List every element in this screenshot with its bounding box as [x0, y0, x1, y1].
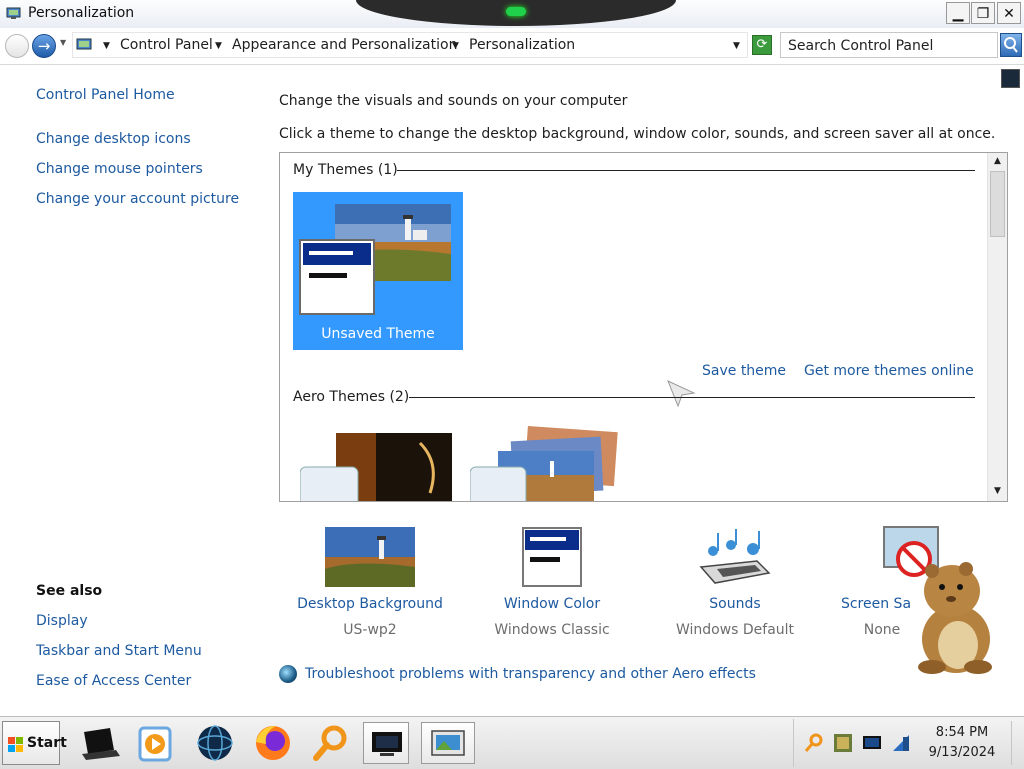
display-link[interactable]: Display — [36, 613, 88, 629]
forward-button[interactable]: → — [32, 34, 56, 58]
unsaved-theme-name: Unsaved Theme — [321, 326, 435, 342]
page-instructions: Click a theme to change the desktop back… — [279, 126, 996, 142]
clock-date[interactable]: 9/13/2024 — [922, 745, 1002, 760]
monitor-icon[interactable] — [363, 722, 409, 764]
control-panel-home-link[interactable]: Control Panel Home — [36, 87, 175, 103]
black-laptop-icon[interactable] — [76, 722, 122, 764]
sounds-value: Windows Default — [675, 622, 795, 638]
desktop-background-icon — [325, 527, 415, 587]
breadcrumb-personalization[interactable]: Personalization — [469, 37, 575, 53]
group-divider — [409, 397, 975, 398]
chevron-down-icon[interactable]: ▼ — [215, 41, 222, 51]
save-theme-link[interactable]: Save theme — [702, 363, 786, 379]
themes-scrollbar[interactable]: ▲ ▼ — [987, 153, 1007, 501]
taskbar-start-menu-link[interactable]: Taskbar and Start Menu — [36, 643, 202, 659]
search-icon[interactable] — [1000, 33, 1022, 57]
breadcrumb[interactable]: ▼ Control Panel ▼ Appearance and Persona… — [72, 32, 748, 58]
taskbar: Start 8:54 PM 9/13/2024 — [0, 716, 1024, 769]
see-also-heading: See also — [36, 583, 103, 599]
get-more-themes-link[interactable]: Get more themes online — [804, 363, 974, 379]
classic-window-preview-icon — [299, 239, 375, 315]
webcam-led-icon — [506, 7, 526, 16]
webcam-notch — [356, 0, 676, 26]
themes-list[interactable]: My Themes (1) Unsaved Theme Save theme G… — [279, 152, 1008, 502]
system-tray: 8:54 PM 9/13/2024 — [793, 719, 1022, 767]
desktop-background-value: US-wp2 — [343, 622, 397, 638]
minimize-button[interactable]: ▁ — [946, 2, 970, 24]
page-heading: Change the visuals and sounds on your co… — [279, 93, 628, 109]
address-bar: → ▼ ▼ Control Panel ▼ Appearance and Per… — [0, 28, 1024, 65]
aero-themes-label: Aero Themes (2) — [293, 389, 410, 405]
refresh-button[interactable]: ⟳ — [752, 35, 772, 55]
chevron-down-icon[interactable]: ▼ — [103, 41, 110, 51]
sounds-icon — [699, 529, 771, 584]
display-tray-icon[interactable] — [862, 733, 882, 753]
search-tray-icon[interactable] — [804, 733, 824, 753]
desktop-background-label[interactable]: Desktop Background — [280, 596, 460, 612]
control-panel-icon — [6, 7, 21, 19]
window-color-label[interactable]: Window Color — [462, 596, 642, 612]
sounds-label[interactable]: Sounds — [645, 596, 825, 612]
show-desktop-button[interactable] — [1011, 721, 1023, 765]
search-input[interactable]: Search Control Panel — [780, 32, 998, 58]
close-button[interactable]: ✕ — [997, 2, 1021, 24]
scrollbar-thumb[interactable] — [990, 171, 1005, 237]
troubleshoot-aero-link[interactable]: Troubleshoot problems with transparency … — [305, 666, 756, 682]
scroll-up-icon[interactable]: ▲ — [988, 153, 1007, 170]
chevron-down-icon[interactable]: ▼ — [452, 41, 459, 51]
group-divider — [397, 170, 975, 171]
address-dropdown-icon[interactable]: ▼ — [733, 41, 740, 51]
breadcrumb-appearance[interactable]: Appearance and Personalization — [232, 37, 457, 53]
clock-time[interactable]: 8:54 PM — [926, 725, 998, 740]
my-themes-label: My Themes (1) — [293, 162, 398, 178]
back-button[interactable] — [5, 34, 29, 58]
unsaved-theme-tile[interactable]: Unsaved Theme — [293, 192, 463, 350]
recent-pages-chevron-icon[interactable]: ▼ — [60, 38, 66, 47]
globe-icon[interactable] — [192, 722, 238, 764]
personalization-window-icon[interactable] — [421, 722, 475, 764]
aero-theme-landscapes-icon[interactable] — [470, 425, 630, 502]
network-tray-icon[interactable] — [891, 733, 911, 753]
change-desktop-icons-link[interactable]: Change desktop icons — [36, 131, 191, 147]
window-title: Personalization — [28, 5, 135, 21]
aero-theme-architecture-icon[interactable] — [300, 433, 452, 502]
start-label: Start — [27, 735, 67, 751]
mouse-cursor-icon — [667, 380, 696, 407]
hamster-mascot-icon — [918, 562, 992, 674]
window-color-icon — [522, 527, 582, 587]
firefox-icon[interactable] — [250, 722, 296, 764]
app-tray-icon[interactable] — [833, 733, 853, 753]
breadcrumb-control-panel[interactable]: Control Panel — [120, 37, 213, 53]
change-mouse-pointers-link[interactable]: Change mouse pointers — [36, 161, 203, 177]
window-color-value: Windows Classic — [494, 622, 610, 638]
windows-flag-icon — [8, 737, 23, 752]
help-icon[interactable] — [1001, 69, 1020, 88]
ease-of-access-link[interactable]: Ease of Access Center — [36, 673, 191, 689]
restore-button[interactable]: ❐ — [971, 2, 995, 24]
title-bar: Personalization ▁ ❐ ✕ — [0, 0, 1024, 28]
change-account-picture-link[interactable]: Change your account picture — [36, 191, 239, 207]
start-button[interactable]: Start — [2, 721, 67, 765]
media-player-icon[interactable] — [132, 722, 178, 764]
search-magnifier-icon[interactable] — [308, 722, 354, 764]
troubleshoot-globe-icon — [279, 665, 297, 683]
scroll-down-icon[interactable]: ▼ — [988, 483, 1007, 500]
control-panel-icon — [76, 38, 92, 50]
